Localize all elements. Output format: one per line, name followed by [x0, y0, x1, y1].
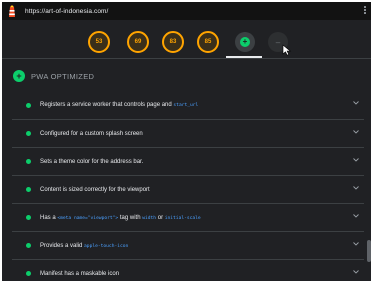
category-header: + PWA OPTIMIZED — [2, 65, 371, 87]
chevron-down-icon[interactable] — [353, 214, 359, 218]
dash-icon: – — [275, 37, 281, 47]
gauge-pwa[interactable]: + — [235, 32, 255, 52]
audit-row[interactable]: Sets a theme color for the address bar. — [12, 147, 364, 175]
pass-icon — [26, 187, 31, 192]
pass-icon — [26, 131, 31, 136]
pass-icon — [26, 102, 31, 108]
audit-title: Registers a service worker that controls… — [40, 102, 199, 108]
audit-title: Provides a valid apple-touch-icon — [40, 242, 129, 249]
gauge-best-practices[interactable]: 83 — [162, 31, 184, 53]
audit-title: Has a <meta name="viewport"> tag with wi… — [40, 214, 201, 221]
pass-icon — [26, 215, 31, 220]
url-bar: https://art-of-indonesia.com/ — [2, 2, 371, 20]
audit-title: Sets a theme color for the address bar. — [40, 158, 144, 165]
gauge-score: 85 — [204, 39, 212, 45]
chevron-down-icon[interactable] — [353, 270, 359, 274]
score-gauges: 53 69 83 85 + – — [2, 20, 371, 59]
page-url: https://art-of-indonesia.com/ — [25, 7, 109, 15]
audit-row[interactable]: Configured for a custom splash screen — [12, 119, 364, 147]
chevron-down-icon[interactable] — [353, 130, 359, 134]
gauge-score: 53 — [95, 39, 103, 45]
gauge-score: 69 — [134, 39, 142, 45]
chevron-down-icon[interactable] — [353, 242, 359, 246]
pass-icon — [26, 243, 31, 248]
gauge-seo[interactable]: 85 — [197, 31, 219, 53]
category-title: PWA OPTIMIZED — [31, 71, 95, 81]
gauge-accessibility[interactable]: 69 — [127, 31, 149, 53]
audit-row[interactable]: Manifest has a maskable icon — [12, 259, 364, 281]
audit-row[interactable]: Has a <meta name="viewport"> tag with wi… — [12, 203, 364, 231]
pwa-check-icon: + — [240, 37, 250, 47]
lighthouse-panel: https://art-of-indonesia.com/ 53 69 83 8… — [2, 2, 371, 281]
audit-title: Configured for a custom splash screen — [40, 130, 143, 137]
scrollbar-thumb[interactable] — [367, 240, 371, 262]
gauge-score: 83 — [169, 39, 177, 45]
audit-row[interactable]: Provides a valid apple-touch-icon — [12, 231, 364, 259]
active-tab-underline — [226, 56, 262, 58]
more-options-icon[interactable] — [364, 6, 367, 15]
audit-title: Manifest has a maskable icon — [40, 270, 120, 277]
audit-title: Content is sized correctly for the viewp… — [40, 186, 150, 193]
pass-icon — [26, 159, 31, 164]
chevron-down-icon[interactable] — [353, 158, 359, 162]
lighthouse-logo-icon — [7, 5, 17, 17]
audit-row[interactable]: Content is sized correctly for the viewp… — [12, 175, 364, 203]
chevron-down-icon[interactable] — [353, 186, 359, 190]
pass-icon — [26, 271, 31, 276]
gauge-performance[interactable]: 53 — [88, 31, 110, 53]
chevron-down-icon[interactable] — [353, 101, 359, 105]
pwa-optimized-icon: + — [13, 70, 25, 82]
mouse-cursor-icon — [282, 44, 292, 56]
audit-list: Registers a service worker that controls… — [12, 91, 364, 281]
audit-row[interactable]: Registers a service worker that controls… — [12, 91, 364, 119]
